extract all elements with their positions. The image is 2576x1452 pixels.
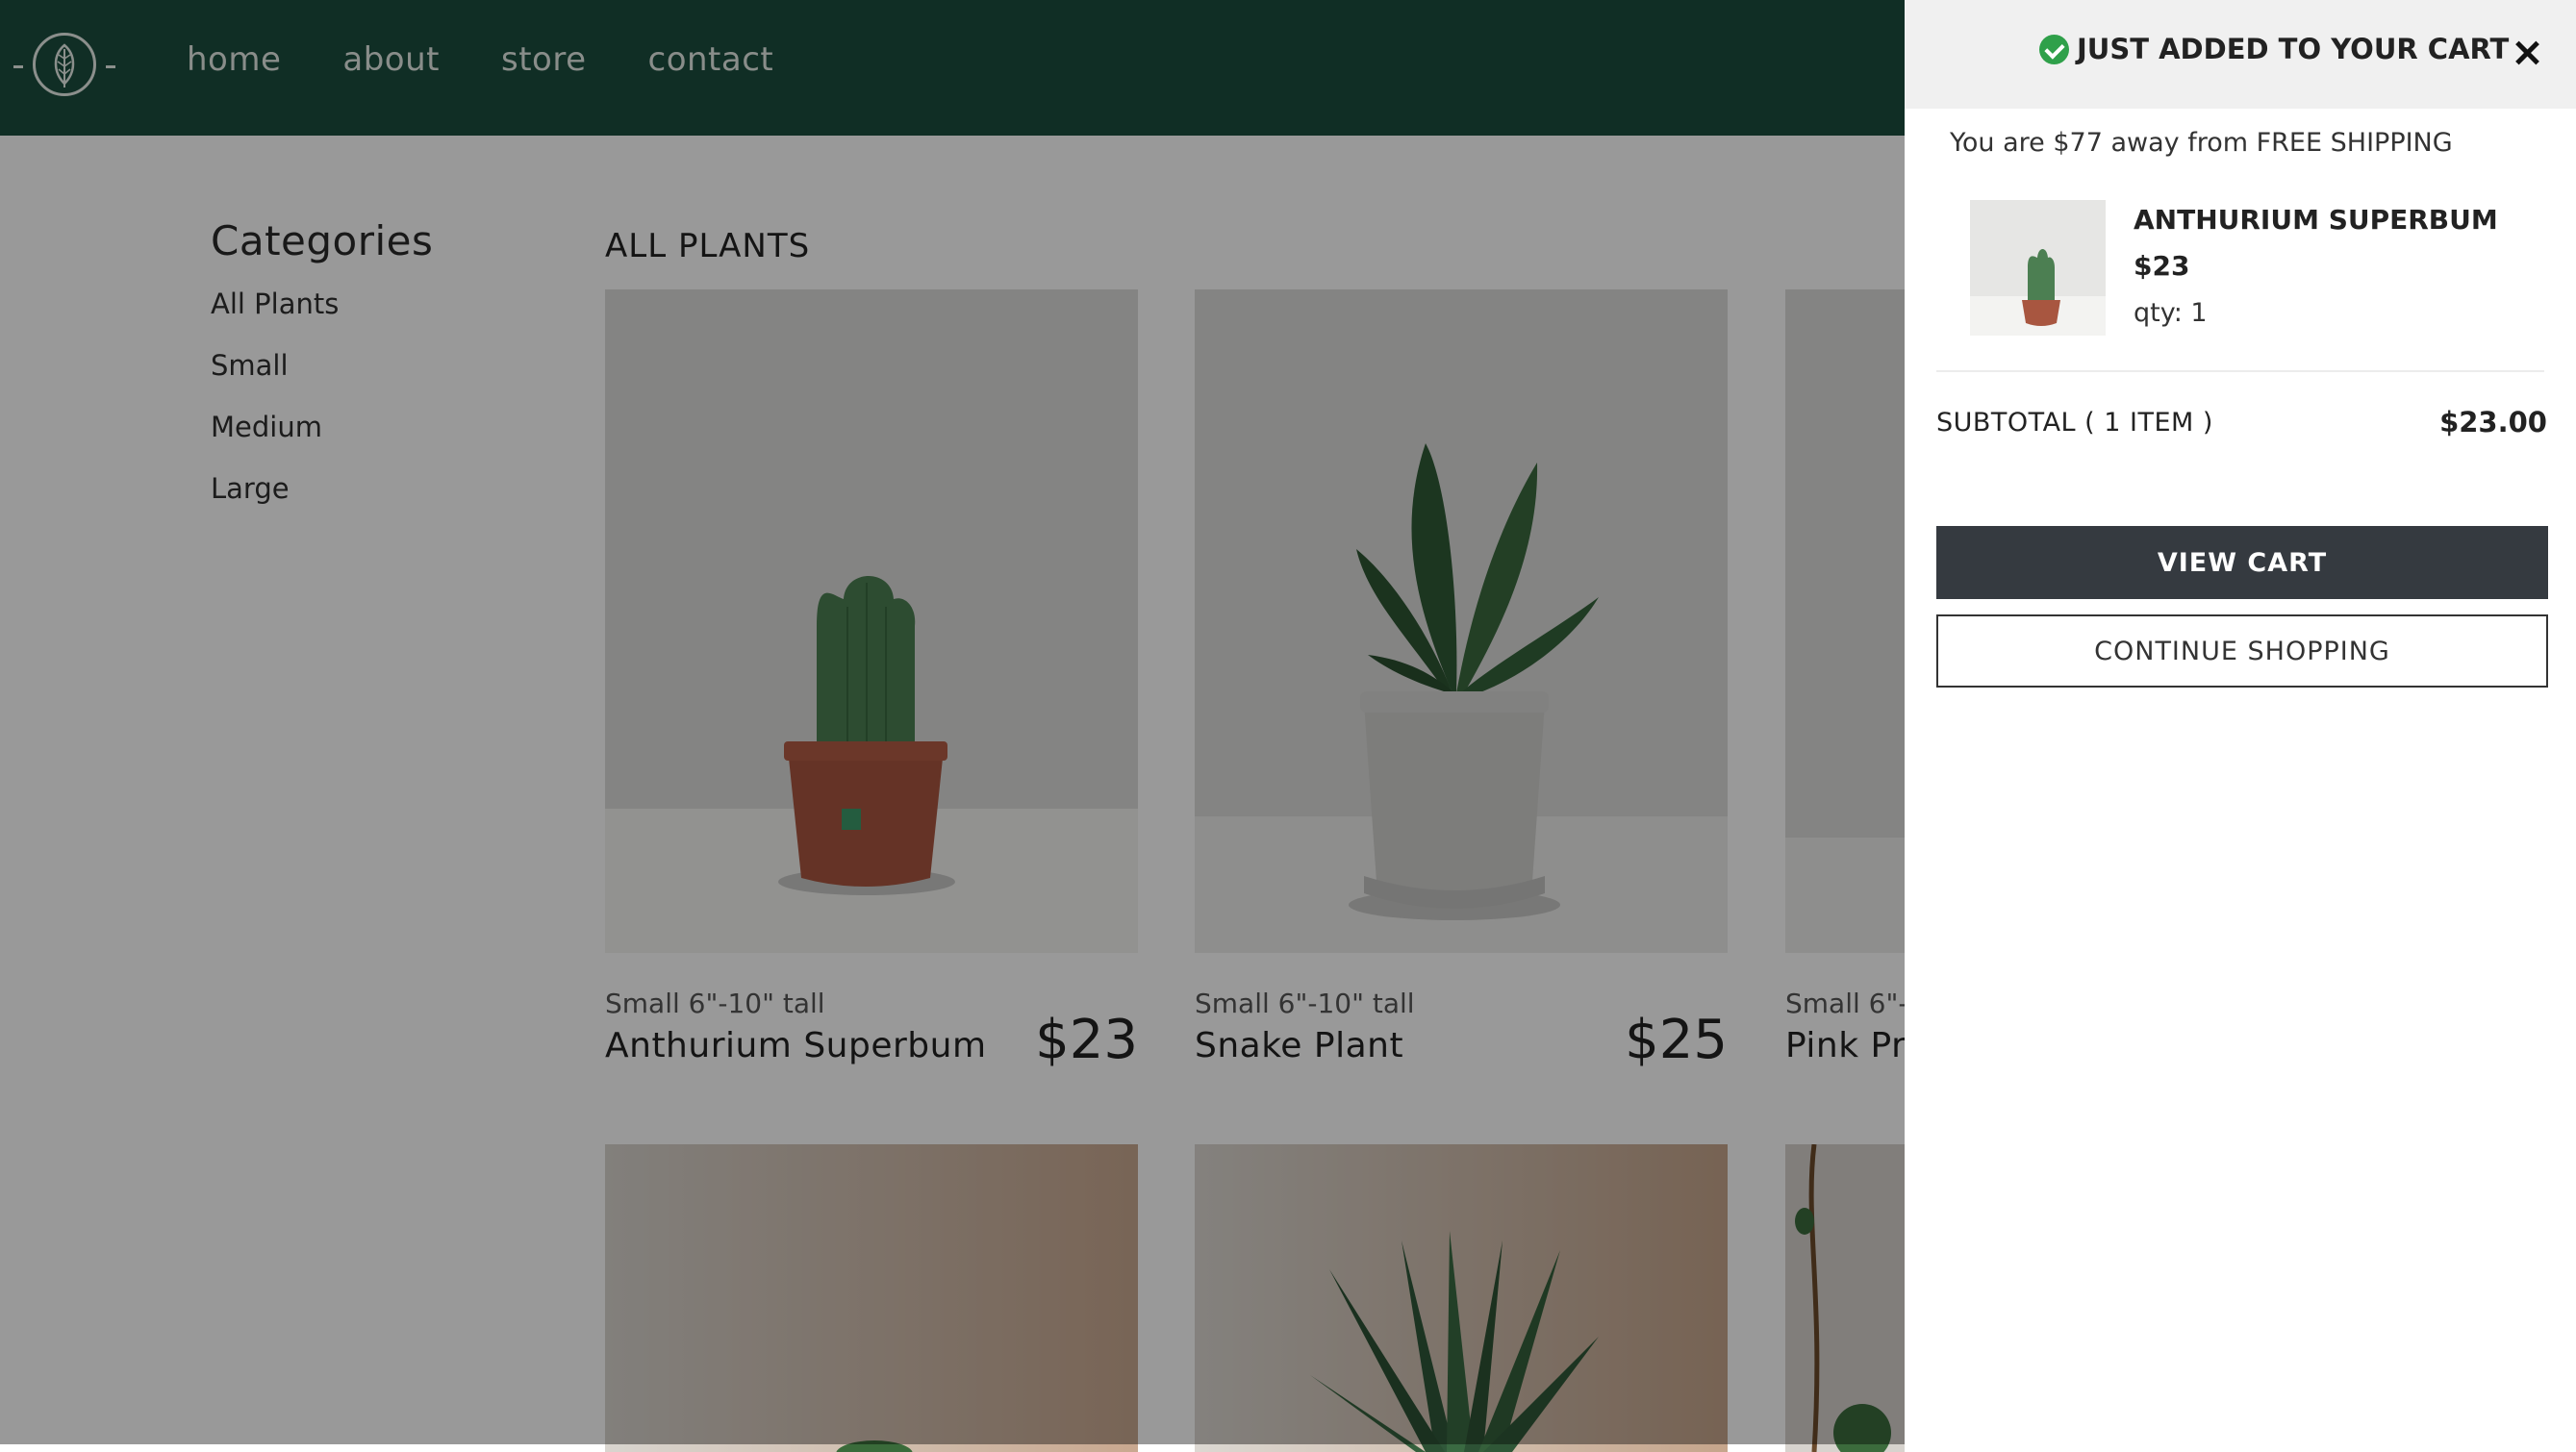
free-shipping-message: You are $77 away from FREE SHIPPING [1950, 128, 2453, 158]
divider [1936, 370, 2544, 372]
check-circle-icon [2039, 34, 2069, 64]
cart-item-name: ANTHURIUM SUPERBUM [2134, 204, 2498, 236]
subtotal-label: SUBTOTAL ( 1 ITEM ) [1936, 408, 2213, 438]
cart-item-thumbnail [1970, 200, 2106, 336]
modal-backdrop[interactable] [0, 0, 1905, 1444]
cart-item-price: $23 [2134, 250, 2190, 282]
subtotal-value: $23.00 [2439, 406, 2547, 438]
added-to-cart-text: JUST ADDED TO YOUR CART [2077, 33, 2510, 65]
cart-item-qty: qty: 1 [2134, 298, 2208, 328]
cart-drawer: JUST ADDED TO YOUR CART You are $77 away… [1905, 0, 2576, 1444]
continue-shopping-button[interactable]: CONTINUE SHOPPING [1936, 614, 2548, 688]
added-to-cart-message: JUST ADDED TO YOUR CART [2039, 33, 2509, 65]
view-cart-button[interactable]: VIEW CART [1936, 526, 2548, 599]
cart-drawer-header: JUST ADDED TO YOUR CART [1905, 0, 2576, 109]
close-icon[interactable] [2514, 40, 2539, 65]
